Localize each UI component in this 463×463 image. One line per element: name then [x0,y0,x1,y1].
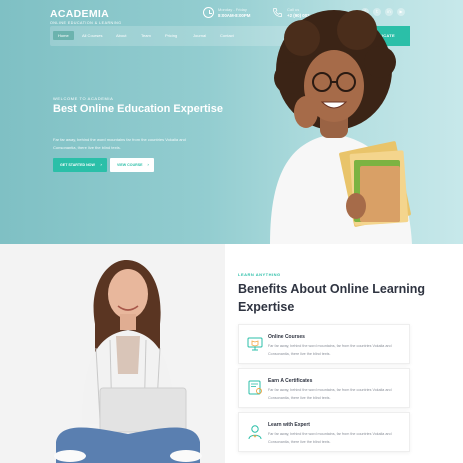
hero-kicker: WELCOME TO ACADEMIA [53,96,114,101]
student-photo [270,10,412,244]
nav-all-courses[interactable]: All Courses [82,33,102,38]
learner-illustration [54,260,202,463]
arrow-right-icon: › [147,162,149,167]
monitor-book-icon [247,337,263,351]
expert-icon [248,425,262,440]
benefit-card-online-courses[interactable]: Online Courses Far far away, behind the … [238,324,410,364]
card-description: Far far away, behind the word mountains,… [268,344,392,356]
clock-icon [203,7,214,18]
benefit-card-certificates[interactable]: Earn A Certificates Far far away, behind… [238,368,410,408]
logo-title: ACADEMIA [50,8,109,20]
benefits-title: Benefits About Online Learning Expertise [238,282,426,314]
benefits-kicker: LEARN ANYTHING [238,272,281,277]
nav-pricing[interactable]: Pricing [165,33,177,38]
hero-description: Far far away, behind the word mountains … [53,137,186,150]
view-course-button[interactable]: VIEW COURSE › [110,158,154,172]
card-title: Online Courses [268,334,305,340]
get-started-button[interactable]: GET STARTED NOW › [53,158,107,172]
nav-team[interactable]: Team [141,33,151,38]
office-hours: Monday - Friday 8:00AM-8:00PM [203,7,250,18]
arrow-right-icon: › [100,162,102,167]
card-title: Earn A Certificates [268,378,313,384]
card-description: Far far away, behind the word mountains,… [268,388,392,400]
certificate-icon [248,380,262,395]
logo-tagline: ONLINE EDUCATION & LEARNING [50,21,122,25]
nav-journal[interactable]: Journal [193,33,206,38]
nav-home[interactable]: Home [53,31,74,40]
benefit-card-expert[interactable]: Learn with Expert Far far away, behind t… [238,412,410,452]
get-started-label: GET STARTED NOW [60,163,95,167]
card-title: Learn with Expert [268,422,310,428]
nav-contact[interactable]: Contact [220,33,234,38]
card-description: Far far away, behind the word mountains,… [268,432,392,444]
nav-about[interactable]: About [116,33,126,38]
hero-title: Best Online Education Expertise [53,103,223,115]
hours-value: 8:00AM-8:00PM [218,13,251,18]
hero-section: ACADEMIA ONLINE EDUCATION & LEARNING Mon… [0,0,463,244]
learner-photo [0,244,225,463]
view-course-label: VIEW COURSE [117,163,143,167]
hours-label: Monday - Friday [218,7,247,12]
site-logo[interactable]: ACADEMIA ONLINE EDUCATION & LEARNING [50,8,122,25]
